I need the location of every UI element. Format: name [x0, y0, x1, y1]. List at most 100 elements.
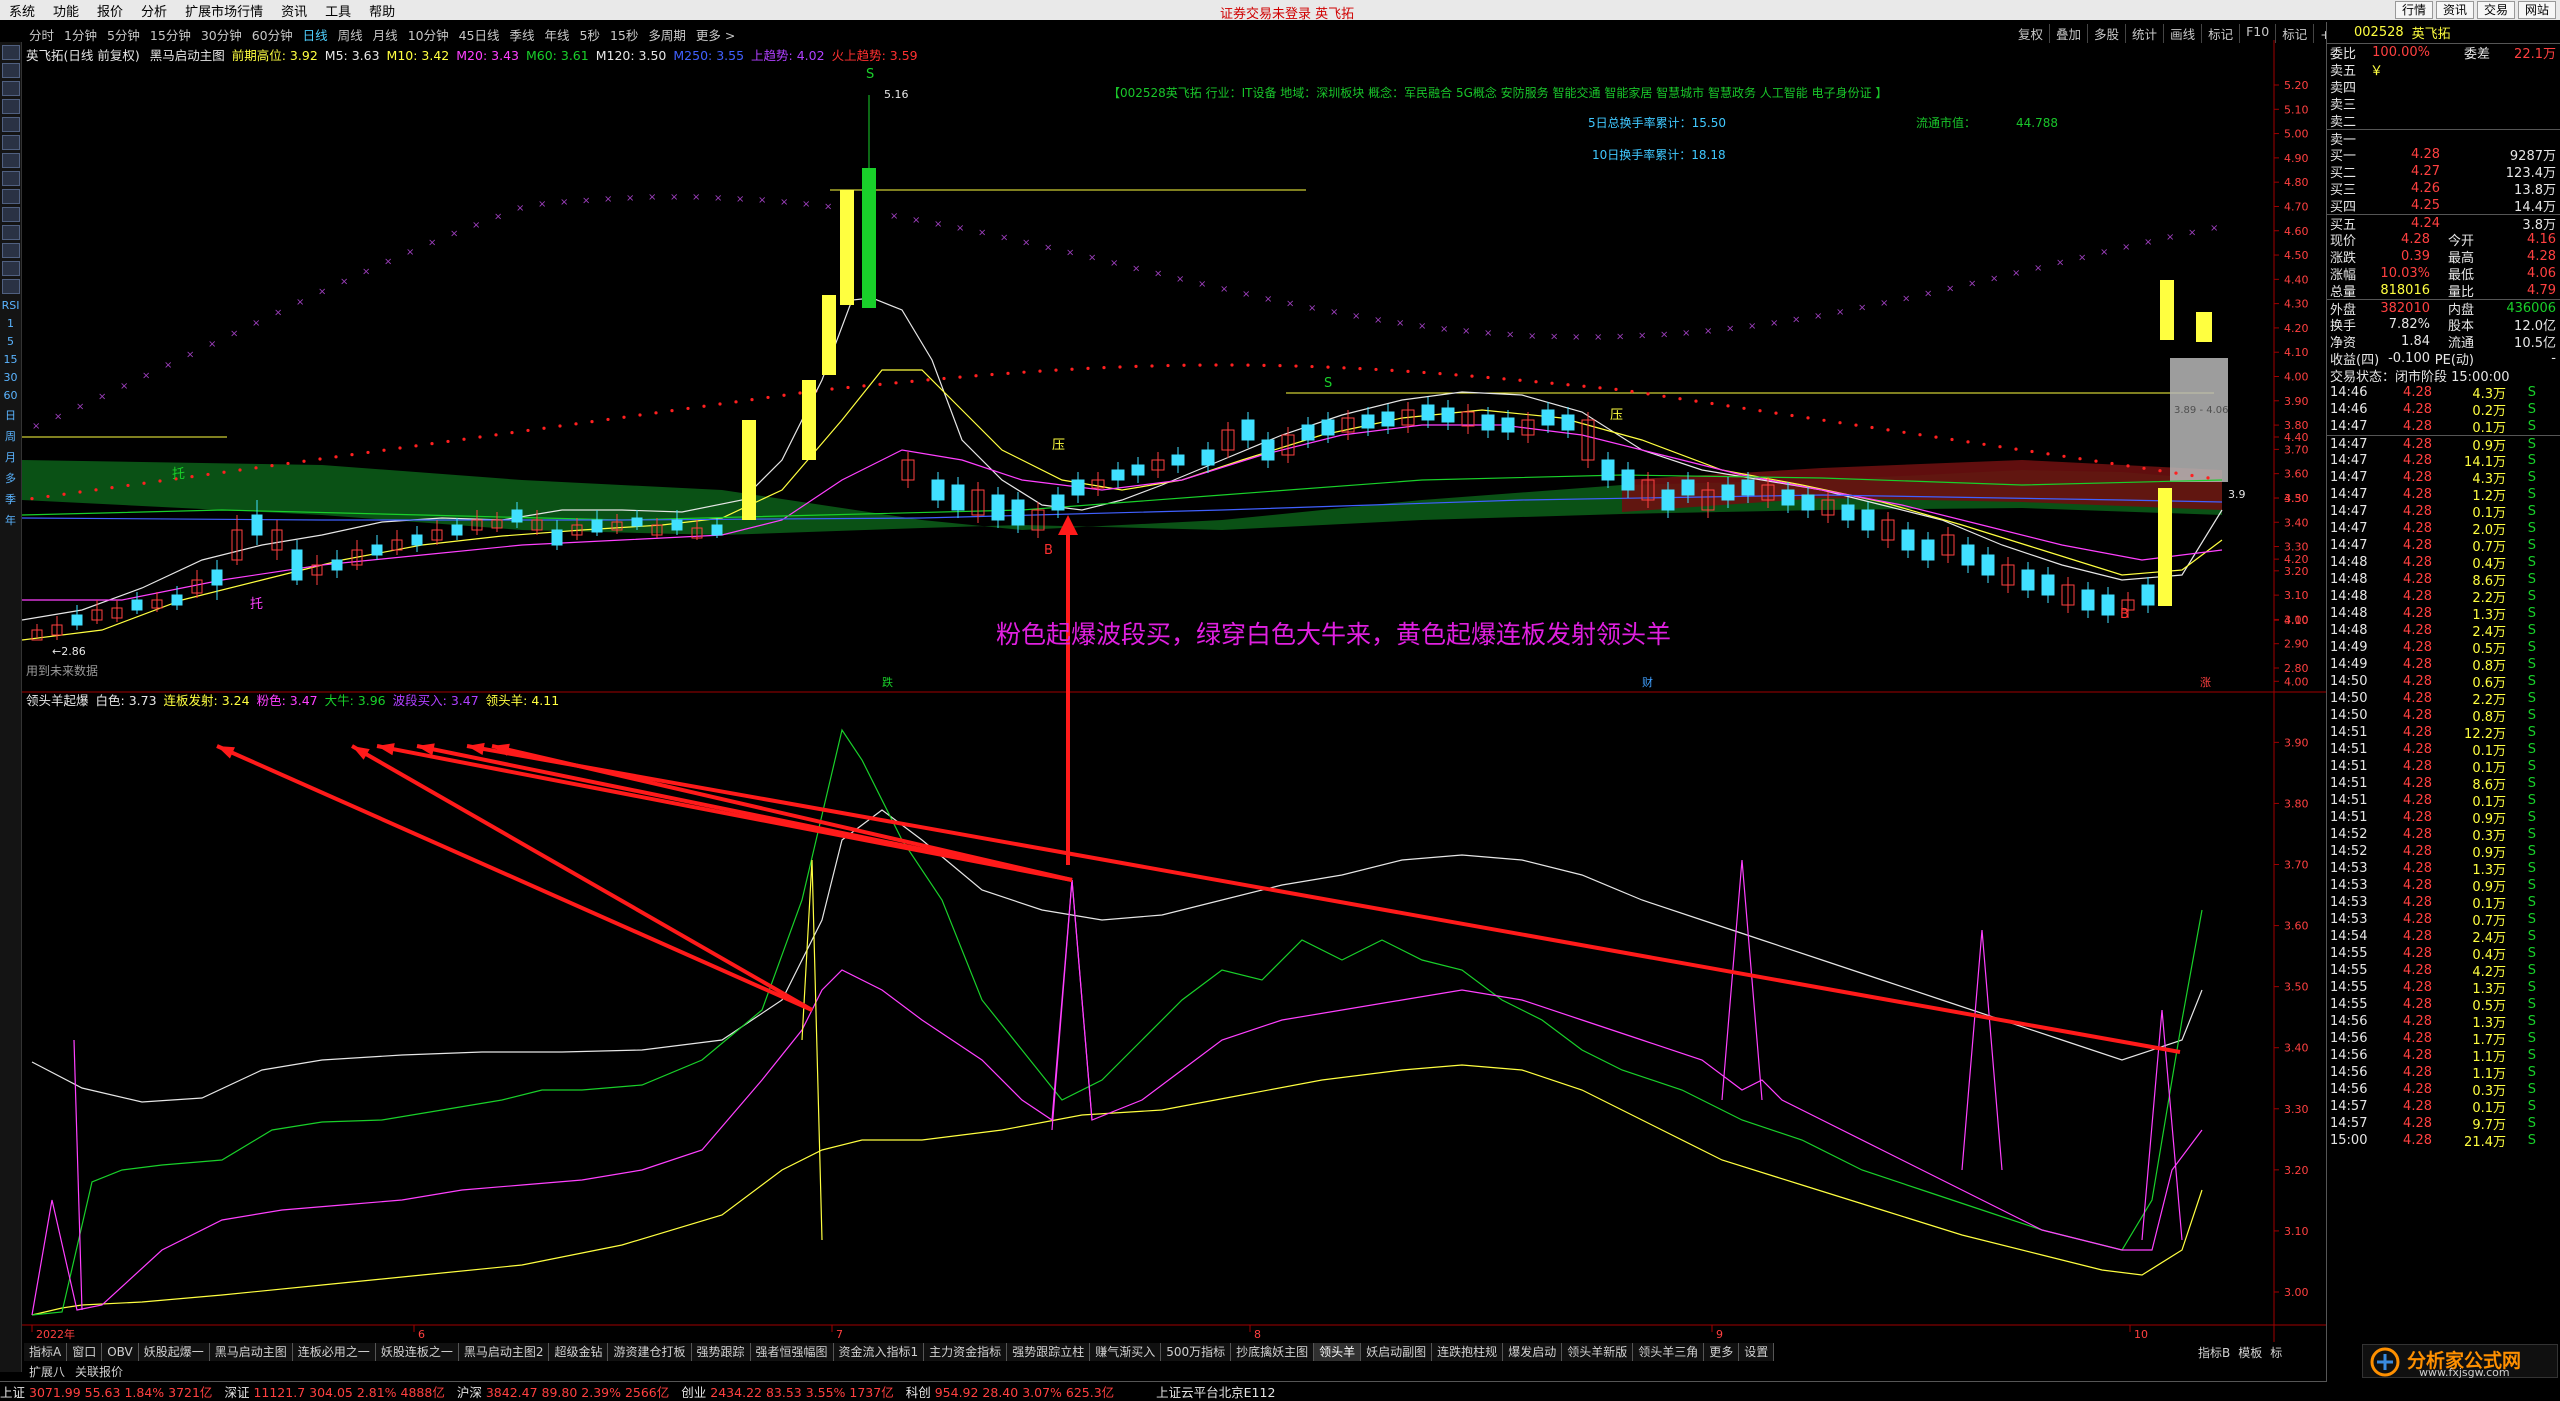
cell: S	[2527, 844, 2536, 859]
indicator-tab-5[interactable]: 连板必用之一	[292, 1343, 376, 1361]
indicator-tab-25[interactable]: 设置	[1739, 1343, 1775, 1361]
indicator-tab-2[interactable]: OBV	[102, 1343, 139, 1361]
indicator-tab-right-0[interactable]: 指标B	[2194, 1344, 2234, 1361]
price-label: 4.20	[2284, 322, 2309, 335]
index-quote-3[interactable]: 创业 2434.22 83.53 3.55% 1737亿	[681, 1382, 893, 1401]
window-button-2[interactable]: 交易	[2476, 1, 2515, 19]
cell: S	[2527, 572, 2536, 587]
tool-icon-7[interactable]	[2, 171, 20, 186]
tool-icon-3[interactable]	[2, 99, 20, 114]
tool-icon-8[interactable]	[2, 189, 20, 204]
indicator-tab-9[interactable]: 游资建仓打板	[608, 1343, 692, 1361]
indicator-tab-19[interactable]: 妖启动副图	[1361, 1343, 1433, 1361]
tool-icon-13[interactable]	[2, 279, 20, 294]
left-tool-text-4[interactable]: 30	[0, 371, 21, 384]
trend-dot-red	[974, 374, 978, 378]
menu-item-6[interactable]: 工具	[316, 1, 360, 20]
indicator-tab-13[interactable]: 主力资金指标	[924, 1343, 1008, 1361]
menu-item-5[interactable]: 资讯	[272, 1, 316, 20]
left-tool-text-5[interactable]: 60	[0, 389, 21, 402]
cell: 14:50	[2330, 674, 2368, 689]
tool-icon-9[interactable]	[2, 207, 20, 222]
indicator-tab-3[interactable]: 妖股起爆一	[138, 1343, 210, 1361]
index-name: 上证	[0, 1384, 26, 1400]
webi-row: 委比 100.00% 委差 22.1万	[2327, 44, 2560, 62]
indicator-tab-6[interactable]: 妖股连板之一	[375, 1343, 459, 1361]
menu-item-1[interactable]: 功能	[44, 1, 88, 20]
trend-dot-purple: ×	[472, 220, 480, 231]
candle-body	[1441, 407, 1455, 423]
tool-icon-11[interactable]	[2, 243, 20, 258]
indicator-tab-1[interactable]: 窗口	[67, 1343, 103, 1361]
menu-item-7[interactable]: 帮助	[360, 1, 404, 20]
extension-tab-1[interactable]: 关联报价	[70, 1363, 128, 1380]
indicator-tab-right-2[interactable]: 标	[2266, 1344, 2286, 1361]
main-indicator-name: 黑马启动主图	[149, 48, 225, 63]
trend-dot-red	[622, 415, 626, 419]
indicator-tab-22[interactable]: 领头羊新版	[1562, 1343, 1634, 1361]
window-button-3[interactable]: 网站	[2517, 1, 2556, 19]
indicator-tab-15[interactable]: 赚气渐买入	[1090, 1343, 1162, 1361]
indicator-tab-21[interactable]: 爆发启动	[1503, 1343, 1563, 1361]
trend-dot-red	[286, 461, 290, 466]
tool-icon-4[interactable]	[2, 117, 20, 132]
menu-item-2[interactable]: 报价	[88, 1, 132, 20]
cell: 14:48	[2330, 589, 2368, 604]
indicator-tab-16[interactable]: 500万指标	[1161, 1343, 1232, 1361]
high-price-label: 5.16	[884, 88, 909, 101]
index-quote-1[interactable]: 深证 11121.7 304.05 2.81% 4888亿	[224, 1382, 444, 1401]
indicator-tab-14[interactable]: 强势跟踪立柱	[1007, 1343, 1091, 1361]
menu-item-3[interactable]: 分析	[132, 1, 176, 20]
indicator-tab-7[interactable]: 黑马启动主图2	[458, 1343, 550, 1361]
left-tool-text-9[interactable]: 多	[0, 470, 21, 486]
left-tool-text-0[interactable]: RSI	[0, 299, 21, 312]
index-quote-4[interactable]: 科创 954.92 28.40 3.07% 625.3亿	[906, 1382, 1114, 1401]
indicator-tab-11[interactable]: 强者恒强幅图	[750, 1343, 834, 1361]
left-tool-text-1[interactable]: 1	[0, 317, 21, 330]
tick-row-1: 14:46 4.28 0.2万 S	[2327, 401, 2560, 419]
indicator-tab-0[interactable]: 指标A	[24, 1343, 68, 1361]
indicator-tab-20[interactable]: 连跌抱柱规	[1432, 1343, 1504, 1361]
tool-icon-0[interactable]	[2, 45, 20, 60]
left-tool-text-3[interactable]: 15	[0, 353, 21, 366]
index-quote-2[interactable]: 沪深 3842.47 89.80 2.39% 2566亿	[457, 1382, 669, 1401]
indicator-tab-23[interactable]: 领头羊三角	[1633, 1343, 1705, 1361]
window-button-1[interactable]: 资讯	[2435, 1, 2474, 19]
candle-body	[631, 517, 643, 527]
indicator-tab-12[interactable]: 资金流入指标1	[833, 1343, 925, 1361]
left-tool-text-7[interactable]: 周	[0, 428, 21, 444]
float-cap-value: 44.788	[2016, 116, 2059, 130]
left-tool-text-11[interactable]: 年	[0, 512, 21, 528]
event-label: 财	[1642, 675, 1653, 689]
left-tool-text-10[interactable]: 季	[0, 491, 21, 507]
left-tool-text-8[interactable]: 月	[0, 449, 21, 465]
extension-tab-0[interactable]: 扩展八	[24, 1363, 70, 1380]
trend-dot-purple: ×	[32, 421, 40, 432]
indicator-tab-right-1[interactable]: 模板	[2234, 1344, 2266, 1361]
indicator-tab-10[interactable]: 强势跟踪	[691, 1343, 751, 1361]
tool-icon-1[interactable]	[2, 63, 20, 78]
trend-dot-red	[1326, 365, 1330, 369]
menu-item-4[interactable]: 扩展市场行情	[176, 1, 272, 20]
tool-icon-5[interactable]	[2, 135, 20, 150]
tick-row-15: 14:49 4.28 0.5万 S	[2327, 639, 2560, 657]
indicator-tab-4[interactable]: 黑马启动主图	[209, 1343, 293, 1361]
trend-dot-purple: ×	[692, 192, 700, 203]
indicator-tab-17[interactable]: 抄底擒妖主图	[1231, 1343, 1315, 1361]
indicator-tab-24[interactable]: 更多	[1704, 1343, 1740, 1361]
left-tool-text-6[interactable]: 日	[0, 407, 21, 423]
tool-icon-10[interactable]	[2, 225, 20, 240]
trend-dot-red	[670, 409, 674, 413]
menu-item-0[interactable]: 系统	[0, 1, 44, 20]
trend-dot-red	[46, 494, 50, 499]
window-button-0[interactable]: 行情	[2394, 1, 2433, 19]
indicator-tab-8[interactable]: 超级金钻	[549, 1343, 609, 1361]
tool-icon-12[interactable]	[2, 261, 20, 276]
tool-icon-6[interactable]	[2, 153, 20, 168]
signal-marker: 托	[172, 467, 185, 482]
tool-icon-2[interactable]	[2, 81, 20, 96]
indicator-tab-18[interactable]: 领头羊	[1314, 1343, 1362, 1361]
trend-dot-purple: ×	[1968, 279, 1976, 290]
index-quote-0[interactable]: 上证 3071.99 55.63 1.84% 3721亿	[0, 1382, 212, 1401]
left-tool-text-2[interactable]: 5	[0, 335, 21, 348]
